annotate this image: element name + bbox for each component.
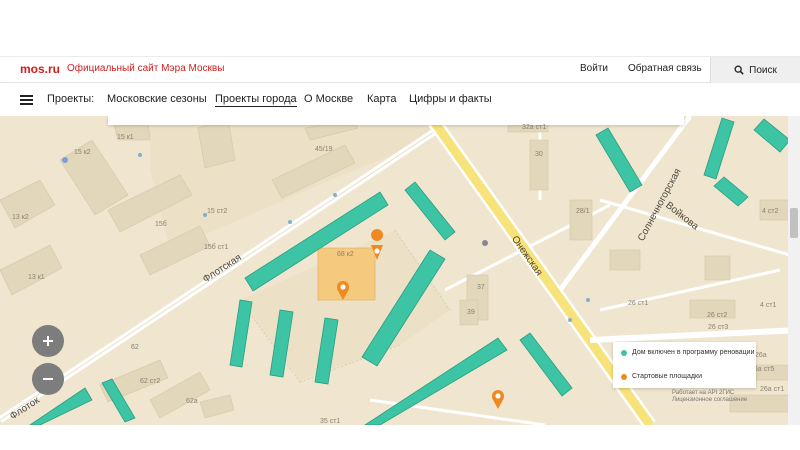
login-link[interactable]: Войти	[580, 63, 608, 74]
nav-item-moscow-seasons[interactable]: Московские сезоны	[107, 93, 207, 105]
nav-item-about-moscow[interactable]: О Москве	[304, 93, 353, 105]
search-label: Поиск	[749, 64, 777, 76]
search-button[interactable]: Поиск	[710, 57, 800, 83]
legend-item-renovation: Дом включен в программу реновации	[621, 349, 755, 357]
house-number: 4 ст1	[760, 302, 777, 309]
projects-nav: Проекты: Московские сезоны Проекты город…	[0, 84, 800, 116]
house-number: 15б ст1	[204, 244, 229, 251]
zoom-out-button[interactable]	[32, 363, 64, 395]
legend-renovation-label: Дом включен в программу реновации	[632, 349, 755, 356]
menu-icon[interactable]	[20, 95, 33, 105]
nav-dropdown-panel	[108, 116, 684, 125]
minus-icon	[43, 378, 53, 380]
house-number: 39	[467, 309, 475, 316]
attribution-license-link[interactable]: Лицензионное соглашение	[672, 397, 747, 404]
house-number: 26 ст2	[707, 312, 728, 319]
page: mos.ru Официальный сайт Мэра Москвы Войт…	[0, 0, 800, 450]
house-number: 13 к1	[28, 274, 45, 281]
zoom-in-button[interactable]	[32, 325, 64, 357]
house-number: 26 ст1	[628, 300, 649, 307]
house-number: 26 ст3	[708, 324, 729, 331]
house-number: 32а ст1	[522, 124, 547, 131]
scrollbar-thumb[interactable]	[790, 208, 798, 238]
start-site-dot-icon	[621, 374, 627, 380]
house-number: 15б	[155, 221, 167, 228]
house-number: 4 ст2	[762, 208, 779, 215]
house-number: 62 ст2	[140, 378, 161, 385]
house-number: 13 к2	[12, 214, 29, 221]
site-header: mos.ru Официальный сайт Мэра Москвы Войт…	[0, 57, 800, 83]
house-number: 26а	[755, 352, 767, 359]
page-bottom-blank	[0, 425, 800, 450]
nav-item-city-projects[interactable]: Проекты города	[215, 93, 297, 107]
nav-item-map[interactable]: Карта	[367, 93, 396, 105]
nav-item-facts[interactable]: Цифры и факты	[409, 93, 492, 105]
house-number: 15 к1	[117, 134, 134, 141]
projects-label: Проекты:	[47, 93, 95, 105]
house-number: 45/19	[315, 146, 333, 153]
feedback-link[interactable]: Обратная связь	[628, 63, 702, 74]
map-legend: Дом включен в программу реновации Старто…	[613, 342, 756, 388]
site-title-link[interactable]: Официальный сайт Мэра Москвы	[67, 63, 224, 74]
house-number: 26а ст1	[760, 386, 785, 393]
house-number: 35 ст1	[320, 418, 341, 425]
page-scrollbar[interactable]	[788, 116, 800, 425]
house-number: 15 ст2	[207, 208, 228, 215]
plus-icon	[43, 336, 53, 346]
renovation-dot-icon	[621, 350, 627, 356]
house-number: 68 к2	[337, 251, 354, 258]
renovation-map[interactable]: Флотская Флоток Онежская Солнечногорская…	[0, 116, 800, 425]
house-number: 30	[535, 151, 543, 158]
map-attribution: Работает на API 2ГИС Лицензионное соглаш…	[672, 390, 747, 404]
legend-start-sites-label: Стартовые площадки	[632, 373, 702, 380]
legend-item-start-sites: Стартовые площадки	[621, 373, 702, 381]
mos-ru-logo[interactable]: mos.ru	[20, 62, 60, 76]
house-number: 37	[477, 284, 485, 291]
search-icon	[734, 65, 744, 75]
house-number: 28/1	[576, 208, 590, 215]
house-number: 62а	[186, 398, 198, 405]
attribution-api-link[interactable]: Работает на API 2ГИС	[672, 390, 747, 397]
browser-top-blank	[0, 0, 800, 57]
house-number: 62	[131, 344, 139, 351]
house-number: 15 к2	[74, 149, 91, 156]
